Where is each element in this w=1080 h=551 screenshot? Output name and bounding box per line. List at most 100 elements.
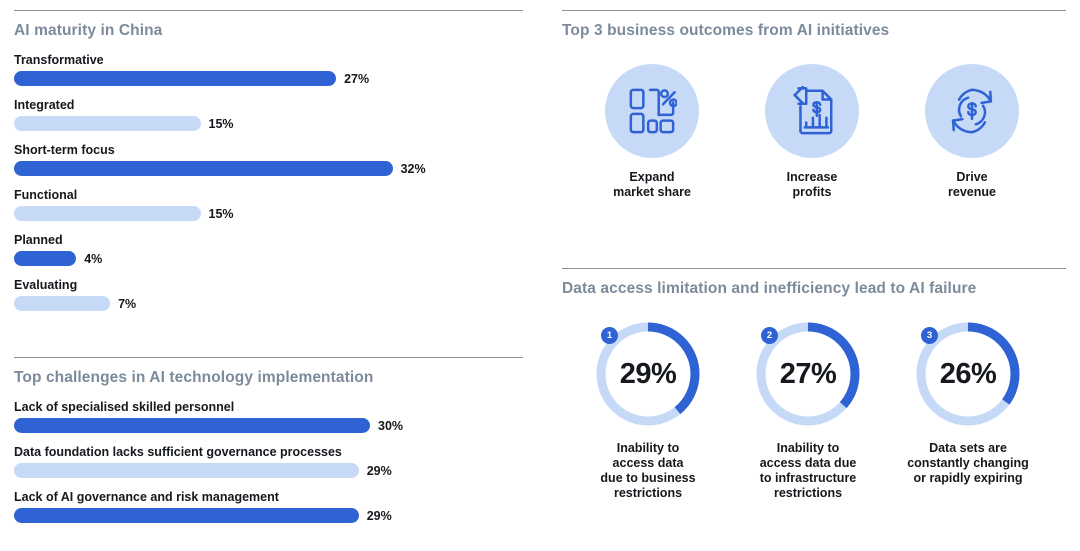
outcome-label-line2: profits <box>792 185 832 199</box>
panel-top-challenges: Top challenges in AI technology implemen… <box>14 357 523 523</box>
donut-rank-badge: 1 <box>601 327 618 344</box>
maturity-label: Planned <box>14 233 63 247</box>
maturity-value: 4% <box>84 251 103 266</box>
donut-chart: 1 29% <box>592 318 704 430</box>
revenue-cycle-icon <box>925 64 1019 158</box>
outcome-label-line1: Expand <box>629 170 675 184</box>
section-title-data-access: Data access limitation and inefficiency … <box>562 280 977 297</box>
donut-item: 3 26% Data sets are constantly changing or r… <box>888 318 1048 501</box>
maturity-bar <box>14 296 111 311</box>
outcome-label-line2: market share <box>613 185 691 199</box>
donut-label: Inability to access data due to business re… <box>568 441 728 501</box>
maturity-label: Short-term focus <box>14 143 115 157</box>
maturity-bar <box>14 251 77 266</box>
bar-list-top-challenges: Lack of specialised skilled personnel 30%… <box>14 400 523 523</box>
donut-label-line: or rapidly expiring <box>913 471 1023 485</box>
maturity-row: Planned 4% <box>14 233 523 266</box>
panel-data-access: Data access limitation and inefficiency … <box>562 268 1066 501</box>
donut-label-line: Inability to <box>776 441 840 455</box>
donut-chart: 2 27% <box>752 318 864 430</box>
outcome-list: Expand market share Increase profits Drive re… <box>562 64 1066 200</box>
maturity-row: Integrated 15% <box>14 98 523 131</box>
challenge-bar <box>14 463 359 478</box>
section-title-top-challenges: Top challenges in AI technology implemen… <box>14 369 374 386</box>
maturity-value: 27% <box>344 71 370 86</box>
outcome-label: Expand market share <box>572 170 732 200</box>
donut-chart: 3 26% <box>912 318 1024 430</box>
section-divider <box>14 357 523 358</box>
section-title-ai-maturity: AI maturity in China <box>14 22 163 39</box>
donut-item: 2 27% Inability to access data due to infras… <box>728 318 888 501</box>
profit-document-icon <box>765 64 859 158</box>
donut-label-line: due to business <box>600 471 696 485</box>
challenge-value: 29% <box>366 508 392 523</box>
outcome-item: Drive revenue <box>892 64 1052 200</box>
donut-label-line: restrictions <box>773 486 843 500</box>
maturity-row: Functional 15% <box>14 188 523 221</box>
maturity-bar-line: 4% <box>14 251 523 266</box>
section-divider <box>14 10 523 11</box>
donut-rank-badge: 3 <box>921 327 938 344</box>
maturity-row: Evaluating 7% <box>14 278 523 311</box>
maturity-bar <box>14 116 201 131</box>
section-divider <box>562 268 1066 269</box>
maturity-row: Short-term focus 32% <box>14 143 523 176</box>
challenge-bar <box>14 508 359 523</box>
challenge-row: Lack of AI governance and risk managemen… <box>14 490 523 523</box>
donut-label: Data sets are constantly changing or rapid… <box>888 441 1048 486</box>
maturity-bar-line: 7% <box>14 296 523 311</box>
maturity-value: 32% <box>400 161 426 176</box>
maturity-bar <box>14 206 201 221</box>
challenge-label: Data foundation lacks sufficient governa… <box>14 445 342 459</box>
maturity-value: 15% <box>208 206 234 221</box>
donut-label: Inability to access data due to infrastruc… <box>728 441 888 501</box>
challenge-bar-line: 29% <box>14 463 523 478</box>
maturity-label: Functional <box>14 188 78 202</box>
panel-business-outcomes: Top 3 business outcomes from AI initiati… <box>562 10 1066 200</box>
challenge-value: 30% <box>378 418 404 433</box>
outcome-label: Drive revenue <box>892 170 1052 200</box>
donut-label-line: restrictions <box>613 486 683 500</box>
donut-list: 1 29% Inability to access data due to busine… <box>562 318 1066 501</box>
donut-label-line: access data due <box>759 456 857 470</box>
outcome-label-line1: Drive <box>956 170 988 184</box>
donut-item: 1 29% Inability to access data due to busine… <box>568 318 728 501</box>
maturity-label: Integrated <box>14 98 75 112</box>
donut-rank-badge: 2 <box>761 327 778 344</box>
maturity-bar-line: 15% <box>14 116 523 131</box>
maturity-label: Transformative <box>14 53 104 67</box>
donut-label-line: to infrastructure <box>759 471 857 485</box>
challenge-value: 29% <box>366 463 392 478</box>
challenge-bar-line: 30% <box>14 418 523 433</box>
maturity-label: Evaluating <box>14 278 78 292</box>
maturity-bar-line: 32% <box>14 161 523 176</box>
donut-label-line: Inability to <box>616 441 680 455</box>
panel-ai-maturity: AI maturity in China Transformative 27% In… <box>14 10 523 311</box>
outcome-label-line2: revenue <box>948 185 996 199</box>
challenge-row: Data foundation lacks sufficient governa… <box>14 445 523 478</box>
market-share-icon <box>605 64 699 158</box>
outcome-label: Increase profits <box>732 170 892 200</box>
maturity-bar <box>14 161 393 176</box>
maturity-bar-line: 15% <box>14 206 523 221</box>
challenge-label: Lack of specialised skilled personnel <box>14 400 235 414</box>
donut-label-line: access data <box>612 456 684 470</box>
maturity-value: 15% <box>208 116 234 131</box>
challenge-bar-line: 29% <box>14 508 523 523</box>
outcome-item: Increase profits <box>732 64 892 200</box>
outcome-item: Expand market share <box>572 64 732 200</box>
section-divider <box>562 10 1066 11</box>
maturity-row: Transformative 27% <box>14 53 523 86</box>
donut-label-line: Data sets are <box>929 441 1007 455</box>
bar-list-ai-maturity: Transformative 27% Integrated 15% Short-term… <box>14 53 523 311</box>
challenge-bar <box>14 418 370 433</box>
challenge-label: Lack of AI governance and risk managemen… <box>14 490 279 504</box>
donut-label-line: constantly changing <box>907 456 1029 470</box>
infographic-page: AI maturity in China Transformative 27% In… <box>0 0 1080 551</box>
section-title-business-outcomes: Top 3 business outcomes from AI initiati… <box>562 22 890 39</box>
maturity-bar-line: 27% <box>14 71 523 86</box>
maturity-bar <box>14 71 337 86</box>
outcome-label-line1: Increase <box>786 170 838 184</box>
maturity-value: 7% <box>118 296 137 311</box>
challenge-row: Lack of specialised skilled personnel 30% <box>14 400 523 433</box>
